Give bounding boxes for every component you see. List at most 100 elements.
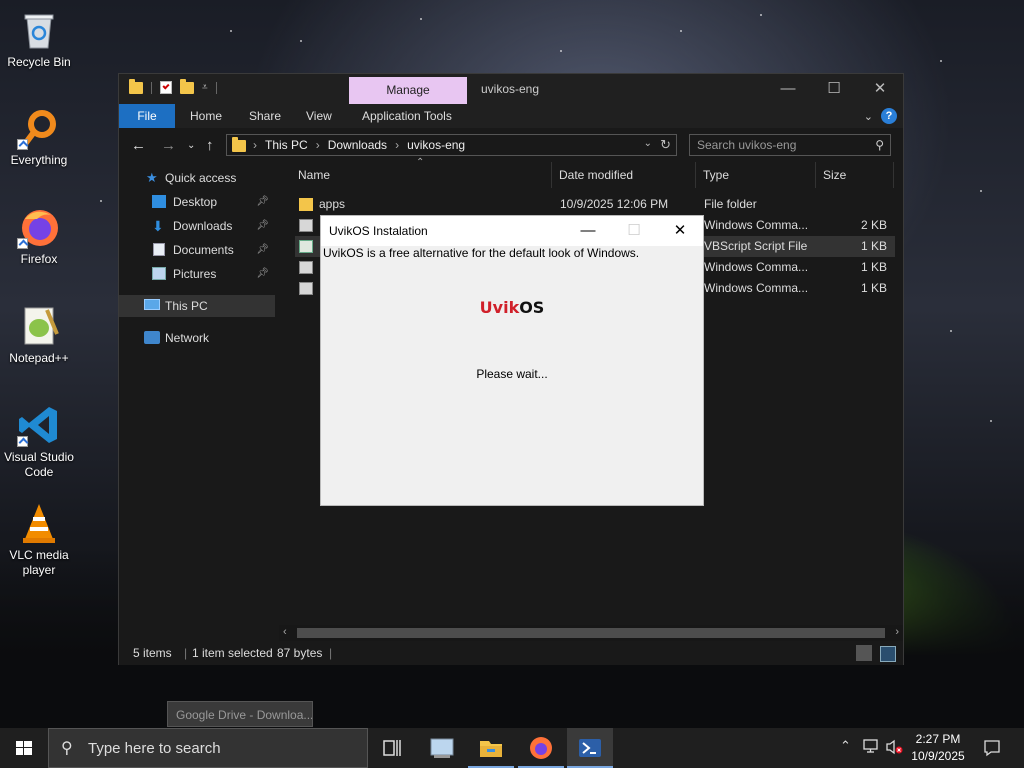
up-arrow-icon[interactable]: ↑ bbox=[206, 137, 214, 154]
tab-home[interactable]: Home bbox=[190, 104, 222, 128]
volume-muted-icon[interactable] bbox=[884, 737, 903, 755]
dialog-close-button[interactable]: ✕ bbox=[657, 216, 703, 246]
pin-icon[interactable]: 📌︎ bbox=[256, 191, 269, 213]
task-view-button[interactable] bbox=[369, 728, 415, 768]
taskbar: ⚲ ⌃ 2:27 PM 10/9/2025 bbox=[0, 728, 1024, 768]
status-item-count: 5 items bbox=[133, 646, 172, 660]
notifications-icon[interactable] bbox=[982, 738, 1002, 758]
nav-network[interactable]: Network bbox=[119, 327, 275, 349]
help-icon[interactable]: ? bbox=[881, 108, 897, 124]
vscode-icon bbox=[17, 403, 61, 447]
search-box[interactable]: ⚲ bbox=[689, 134, 891, 156]
nav-quick-access[interactable]: ★ Quick access bbox=[119, 167, 275, 189]
dialog-minimize-button[interactable]: — bbox=[565, 216, 611, 246]
status-bar: 5 items | 1 item selected 87 bytes | bbox=[119, 641, 903, 665]
network-icon bbox=[144, 331, 160, 344]
firefox-icon bbox=[17, 205, 61, 249]
close-button[interactable]: ✕ bbox=[857, 74, 903, 104]
desktop-icon-notepadpp[interactable]: Notepad++ bbox=[4, 304, 74, 366]
pin-icon[interactable]: 📌︎ bbox=[256, 239, 269, 261]
manage-contextual-tab[interactable]: Manage bbox=[349, 77, 467, 104]
large-icons-view-icon[interactable] bbox=[880, 646, 896, 662]
divider: | bbox=[184, 646, 188, 660]
nav-label: Network bbox=[165, 331, 210, 345]
nav-documents[interactable]: Documents 📌︎ bbox=[119, 239, 275, 261]
address-dropdown-icon[interactable]: ⌄ bbox=[644, 138, 652, 149]
customize-qat-icon[interactable]: ⩡ bbox=[202, 82, 208, 93]
minimize-button[interactable]: — bbox=[765, 74, 811, 104]
new-folder-icon[interactable] bbox=[180, 78, 194, 94]
computer-icon bbox=[144, 299, 160, 310]
refresh-icon[interactable]: ↻ bbox=[660, 137, 671, 153]
desktop-icon-vscode[interactable]: Visual Studio Code bbox=[4, 403, 74, 480]
scroll-left-icon[interactable]: ‹ bbox=[283, 626, 287, 638]
maximize-button[interactable]: ☐ bbox=[811, 74, 857, 104]
desktop-icon-recycle-bin[interactable]: Recycle Bin bbox=[4, 8, 74, 70]
windows-logo-icon bbox=[16, 741, 32, 755]
system-clock[interactable]: 2:27 PM 10/9/2025 bbox=[904, 731, 972, 765]
nav-desktop[interactable]: Desktop 📌︎ bbox=[119, 191, 275, 213]
taskbar-search-input[interactable] bbox=[88, 740, 348, 757]
back-arrow-icon[interactable]: ← bbox=[131, 137, 146, 154]
start-button[interactable] bbox=[0, 728, 48, 768]
dialog-title-bar[interactable]: UvikOS Instalation — ☐ ✕ bbox=[321, 216, 703, 246]
scroll-right-icon[interactable]: › bbox=[895, 626, 899, 638]
column-header-date-modified[interactable]: Date modified bbox=[552, 162, 696, 188]
nav-label: Desktop bbox=[173, 195, 218, 209]
breadcrumb-separator-icon: › bbox=[395, 138, 400, 152]
forward-arrow-icon[interactable]: → bbox=[161, 137, 176, 154]
tab-view[interactable]: View bbox=[306, 104, 332, 128]
taskbar-app-firefox[interactable] bbox=[518, 728, 564, 768]
details-view-icon[interactable] bbox=[856, 645, 872, 661]
pin-icon[interactable]: 📌︎ bbox=[256, 263, 269, 285]
title-bar[interactable]: ⩡ Manage uvikos-eng — ☐ ✕ bbox=[119, 74, 903, 104]
vbscript-file-icon bbox=[299, 240, 313, 253]
tab-file[interactable]: File bbox=[119, 104, 175, 128]
pin-icon[interactable]: 📌︎ bbox=[256, 215, 269, 237]
recent-locations-chevron-icon[interactable]: ⌄ bbox=[187, 140, 195, 151]
file-date: 10/9/2025 12:06 PM bbox=[560, 197, 669, 211]
address-bar[interactable]: › This PC › Downloads › uvikos-eng ⌄ ↻ bbox=[226, 134, 677, 156]
network-status-icon[interactable] bbox=[862, 737, 878, 753]
folder-icon bbox=[232, 137, 246, 152]
column-header-name[interactable]: Name bbox=[291, 162, 552, 188]
breadcrumb-downloads[interactable]: Downloads bbox=[328, 138, 387, 152]
breadcrumb-uvikos-eng[interactable]: uvikos-eng bbox=[407, 138, 465, 152]
divider bbox=[215, 81, 217, 94]
quick-access-toolbar: ⩡ bbox=[129, 78, 217, 94]
folder-icon[interactable] bbox=[129, 78, 143, 94]
nav-downloads[interactable]: ⬇ Downloads 📌︎ bbox=[119, 215, 275, 237]
search-icon[interactable]: ⚲ bbox=[875, 138, 884, 152]
tab-application-tools[interactable]: Application Tools bbox=[362, 104, 452, 128]
shortcut-arrow-icon bbox=[17, 238, 28, 249]
please-wait-label: Please wait... bbox=[476, 367, 548, 381]
batch-file-icon bbox=[299, 282, 313, 295]
show-hidden-icons-chevron-icon[interactable]: ⌃ bbox=[840, 738, 851, 768]
column-header-type[interactable]: Type bbox=[696, 162, 816, 188]
taskbar-app-file-explorer[interactable] bbox=[468, 728, 514, 768]
desktop-icon-everything[interactable]: Everything bbox=[4, 106, 74, 168]
file-row[interactable]: apps 10/9/2025 12:06 PM File folder bbox=[295, 194, 895, 215]
desktop-icon-label: Visual Studio Code bbox=[4, 450, 74, 479]
properties-icon[interactable] bbox=[160, 81, 172, 94]
tab-share[interactable]: Share bbox=[249, 104, 281, 128]
file-explorer-icon bbox=[480, 741, 502, 757]
horizontal-scrollbar[interactable]: ‹ › bbox=[279, 625, 903, 641]
installer-dialog[interactable]: UvikOS Instalation — ☐ ✕ UvikOS is a fre… bbox=[320, 215, 704, 506]
desktop-icon-firefox[interactable]: Firefox bbox=[4, 205, 74, 267]
nav-this-pc[interactable]: This PC bbox=[119, 295, 275, 317]
scrollbar-thumb[interactable] bbox=[297, 628, 885, 638]
dialog-description: UvikOS is a free alternative for the def… bbox=[323, 246, 640, 260]
expand-ribbon-icon[interactable]: ⌄ bbox=[864, 110, 873, 123]
search-input[interactable] bbox=[697, 138, 867, 152]
breadcrumb-this-pc[interactable]: This PC bbox=[265, 138, 308, 152]
logo-text-red: Uvik bbox=[479, 298, 520, 317]
taskbar-search-box[interactable]: ⚲ bbox=[48, 728, 368, 768]
column-header-size[interactable]: Size bbox=[816, 162, 894, 188]
nav-label: Quick access bbox=[165, 171, 237, 185]
taskbar-app-control-panel[interactable] bbox=[419, 728, 465, 768]
taskbar-app-powershell[interactable] bbox=[567, 728, 613, 768]
nav-pictures[interactable]: Pictures 📌︎ bbox=[119, 263, 275, 285]
desktop-icon-vlc[interactable]: VLC media player bbox=[4, 501, 74, 578]
file-size: 1 KB bbox=[860, 260, 887, 274]
